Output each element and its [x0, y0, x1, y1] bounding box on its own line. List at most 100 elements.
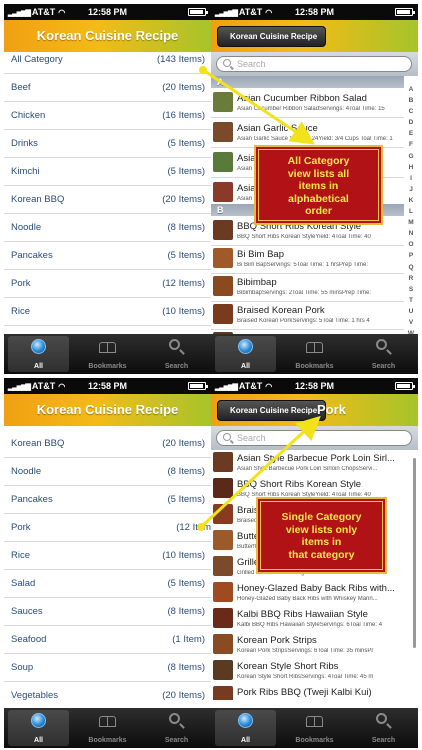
back-button[interactable]: Korean Cuisine Recipe: [217, 26, 327, 47]
recipe-row[interactable]: Korean Pork Strips Korean Pork StripsServ…: [211, 632, 404, 660]
globe-icon: [238, 339, 253, 354]
category-row[interactable]: Rice (10 Items): [4, 542, 211, 570]
recipe-title: Asian Cucumber Ribbon Salad: [237, 93, 367, 104]
index-letter[interactable]: V: [406, 317, 416, 328]
tab-search[interactable]: Search: [142, 334, 211, 374]
recipe-row[interactable]: Bibimbap BibimbapServings: 2Toal Time: 55…: [211, 274, 404, 302]
recipe-thumbnail: [213, 478, 233, 498]
index-letter[interactable]: F: [406, 139, 416, 150]
recipe-row[interactable]: Pork Ribs BBQ (Tweji Kalbi Kui): [211, 684, 404, 700]
book-icon: [306, 716, 323, 727]
tab-bookmarks[interactable]: Bookmarks: [280, 334, 349, 374]
index-letter[interactable]: S: [406, 284, 416, 295]
category-row[interactable]: Rice (10 Items): [4, 298, 211, 326]
category-row[interactable]: Soup (8 Items): [4, 654, 211, 682]
category-name: Rice: [11, 306, 31, 317]
tab-search[interactable]: Search: [142, 708, 211, 748]
index-letter[interactable]: D: [406, 117, 416, 128]
recipe-row[interactable]: Asian Cucumber Ribbon Salad Asian Cucumbe…: [211, 90, 404, 118]
category-name: Noodle: [11, 222, 42, 233]
category-row[interactable]: Pork (12 Items): [4, 514, 211, 542]
index-letter[interactable]: C: [406, 106, 416, 117]
category-count: (8 Items): [167, 222, 205, 233]
recipe-row[interactable]: Braised Korean Pork Braised Korean PorkSe…: [211, 302, 404, 330]
nav-bar: Korean Cuisine Recipe: [211, 20, 418, 52]
category-row[interactable]: Salad (5 Items): [4, 570, 211, 598]
category-name: Rice: [11, 550, 31, 561]
index-letter[interactable]: H: [406, 162, 416, 173]
index-letter[interactable]: E: [406, 128, 416, 139]
index-letter[interactable]: M: [406, 217, 416, 228]
category-name: Pancakes: [11, 494, 53, 505]
category-row[interactable]: Seafood (1 Item): [4, 626, 211, 654]
screen-categories-top: ▂▃▅▆▇ AT&T ◠ 12:58 PM Korean Cuisine Recip…: [4, 4, 211, 374]
category-row[interactable]: Kimchi (5 Items): [4, 158, 211, 186]
category-row[interactable]: Korean BBQ (20 Items): [4, 186, 211, 214]
recipe-row[interactable]: Bi Bim Bap Bi Bim BapServings: 5Toal Time…: [211, 246, 404, 274]
category-row[interactable]: All Category (143 Items): [4, 46, 211, 74]
category-row[interactable]: Noodle (8 Items): [4, 214, 211, 242]
index-letter[interactable]: U: [406, 306, 416, 317]
category-count: (5 Items): [167, 578, 205, 589]
recipe-thumbnail: [213, 660, 233, 680]
status-bar: ▂▃▅▆▇ AT&T ◠ 12:58 PM: [211, 4, 418, 20]
index-letter[interactable]: A: [406, 84, 416, 95]
category-row[interactable]: Beef (20 Items): [4, 74, 211, 102]
category-name: Sauces: [11, 606, 43, 617]
index-letter[interactable]: K: [406, 195, 416, 206]
recipe-row[interactable]: Kalbi BBQ Ribs Hawaiian Style Kalbi BBQ R…: [211, 606, 404, 634]
recipe-row[interactable]: Honey-Glazed Baby Back Ribs with... Honey…: [211, 580, 404, 608]
category-row[interactable]: Pancakes (5 Items): [4, 486, 211, 514]
tab-bookmarks[interactable]: Bookmarks: [73, 334, 142, 374]
category-row[interactable]: Sauces (8 Items): [4, 598, 211, 626]
search-icon: [223, 433, 231, 441]
index-letter[interactable]: R: [406, 273, 416, 284]
scrollbar[interactable]: [413, 458, 416, 648]
index-letter[interactable]: G: [406, 151, 416, 162]
tab-bookmarks[interactable]: Bookmarks: [73, 708, 142, 748]
category-count: (20 Items): [162, 82, 205, 93]
index-letter[interactable]: P: [406, 250, 416, 261]
tab-all[interactable]: All: [4, 708, 73, 748]
category-row[interactable]: Vegetables (20 Items): [4, 682, 211, 710]
nav-title: Korean Cuisine Recipe: [36, 28, 179, 43]
category-row[interactable]: Pork (12 Items): [4, 270, 211, 298]
index-letter[interactable]: N: [406, 228, 416, 239]
index-letter[interactable]: T: [406, 295, 416, 306]
status-bar: ▂▃▅▆▇ AT&T ◠ 12:58 PM: [4, 378, 211, 394]
category-count: (5 Items): [167, 166, 205, 177]
recipe-row[interactable]: Korean Style Short Ribs Korean Style Shor…: [211, 658, 404, 686]
index-letter[interactable]: L: [406, 206, 416, 217]
index-letter[interactable]: I: [406, 173, 416, 184]
recipe-title: Korean Pork Strips: [237, 635, 317, 646]
tab-all[interactable]: All: [4, 334, 73, 374]
recipe-row[interactable]: Asian Garlic Sauce Asian Garlic Sauce Ser…: [211, 120, 404, 148]
category-name: Beef: [11, 82, 31, 93]
tab-bookmarks[interactable]: Bookmarks: [280, 708, 349, 748]
index-letter[interactable]: B: [406, 95, 416, 106]
category-row[interactable]: Pancakes (5 Items): [4, 242, 211, 270]
category-count: (5 Items): [167, 494, 205, 505]
recipe-title: Bibimbap: [237, 277, 277, 288]
tab-all[interactable]: All: [211, 708, 280, 748]
recipe-subtitle: Asian Style Barbecue Pork Loin Sirloin C…: [237, 466, 378, 472]
tab-search[interactable]: Search: [349, 334, 418, 374]
category-row[interactable]: Noodle (8 Items): [4, 458, 211, 486]
back-button[interactable]: Korean Cuisine Recipe: [217, 400, 327, 421]
category-name: Noodle: [11, 466, 42, 477]
tab-all[interactable]: All: [211, 334, 280, 374]
tab-search[interactable]: Search: [349, 708, 418, 748]
search-input[interactable]: Search: [216, 56, 412, 72]
search-input[interactable]: Search: [216, 430, 412, 446]
recipe-title: Honey-Glazed Baby Back Ribs with...: [237, 583, 395, 594]
recipe-thumbnail: [213, 152, 233, 172]
clock: 12:58 PM: [87, 381, 128, 391]
category-row[interactable]: Drinks (5 Items): [4, 130, 211, 158]
index-letter[interactable]: Q: [406, 262, 416, 273]
recipe-row[interactable]: Asian Style Barbecue Pork Loin Sirl... As…: [211, 450, 404, 478]
index-letter[interactable]: J: [406, 184, 416, 195]
category-row[interactable]: Korean BBQ (20 Items): [4, 430, 211, 458]
category-row[interactable]: Chicken (16 Items): [4, 102, 211, 130]
section-index[interactable]: ABCDEFGHIJKLMNOPQRSTUVW: [406, 84, 416, 339]
index-letter[interactable]: O: [406, 239, 416, 250]
